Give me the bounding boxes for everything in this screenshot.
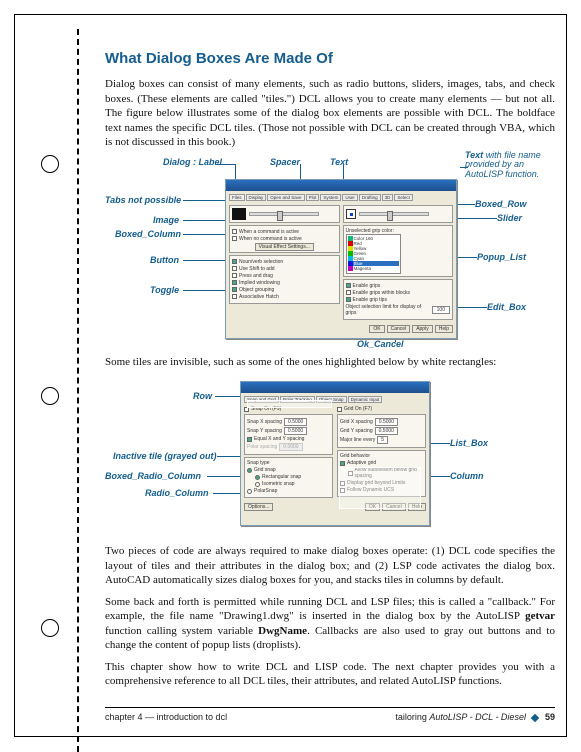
callout-spacer: Spacer [270, 157, 300, 167]
figure-2: Row Inactive tile (grayed out) Boxed_Rad… [105, 376, 555, 536]
callout-image: Image [153, 215, 179, 225]
callout-text-note: Text with file name provided by an AutoL… [465, 151, 555, 181]
callout-inactive: Inactive tile (grayed out) [113, 451, 217, 461]
dialog-mock-1: FilesDisplayOpen and SavePlotSystemUserD… [225, 179, 457, 339]
body-paragraph: Some back and forth is permitted while r… [105, 595, 555, 653]
callout-boxed-row: Boxed_Row [475, 199, 527, 209]
text-run: function calling system variable [105, 625, 258, 637]
figure-1: Dialog : Label Spacer Text Text with fil… [105, 157, 555, 347]
binder-hole [41, 155, 59, 173]
binder-hole [41, 387, 59, 405]
dialog-mock-2: Snap and GridPolar TrackingObject SnapDy… [240, 381, 430, 526]
callout-toggle: Toggle [150, 285, 179, 295]
page-footer: chapter 4 — introduction to dcl tailorin… [105, 707, 555, 722]
callout-tabs-not-possible: Tabs not possible [105, 195, 181, 205]
page-number: 59 [545, 712, 555, 722]
callout-slider: Slider [497, 213, 522, 223]
footer-prefix: tailoring [395, 712, 429, 722]
footer-left: chapter 4 — introduction to dcl [105, 712, 227, 722]
spiral-binding [77, 29, 79, 752]
callout-list-box: List_Box [450, 438, 488, 448]
body-paragraph: This chapter show how to write DCL and L… [105, 660, 555, 689]
footer-title: AutoLISP - DCL - Diesel [429, 712, 526, 722]
callout-row: Row [193, 391, 212, 401]
callout-button: Button [150, 255, 179, 265]
callout-popup-list: Popup_List [477, 252, 526, 262]
page-frame: What Dialog Boxes Are Made Of Dialog box… [14, 14, 567, 737]
callout-column: Column [450, 471, 484, 481]
code-term-dwgname: DwgName [258, 625, 307, 637]
code-term-getvar: getvar [525, 610, 555, 622]
callout-radio-column: Radio_Column [145, 488, 209, 498]
footer-right: tailoring AutoLISP - DCL - Diesel 59 [395, 712, 555, 722]
callout-text: Text [330, 157, 348, 167]
binder-hole [41, 619, 59, 637]
diamond-icon [531, 713, 539, 721]
text-run: Some back and forth is permitted while r… [105, 596, 555, 623]
intro-paragraph: Dialog boxes can consist of many element… [105, 77, 555, 150]
callout-boxed-column: Boxed_Column [115, 229, 181, 239]
section-heading: What Dialog Boxes Are Made Of [105, 50, 555, 67]
callout-edit-box: Edit_Box [487, 302, 526, 312]
mid-paragraph: Some tiles are invisible, such as some o… [105, 355, 555, 370]
callout-boxed-radio-column: Boxed_Radio_Column [105, 471, 201, 481]
callout-ok-cancel: Ok_Cancel [357, 339, 404, 349]
callout-dialog-label: Dialog : Label [163, 157, 222, 167]
page-content: What Dialog Boxes Are Made Of Dialog box… [105, 50, 555, 696]
body-paragraph: Two pieces of code are always required t… [105, 544, 555, 588]
